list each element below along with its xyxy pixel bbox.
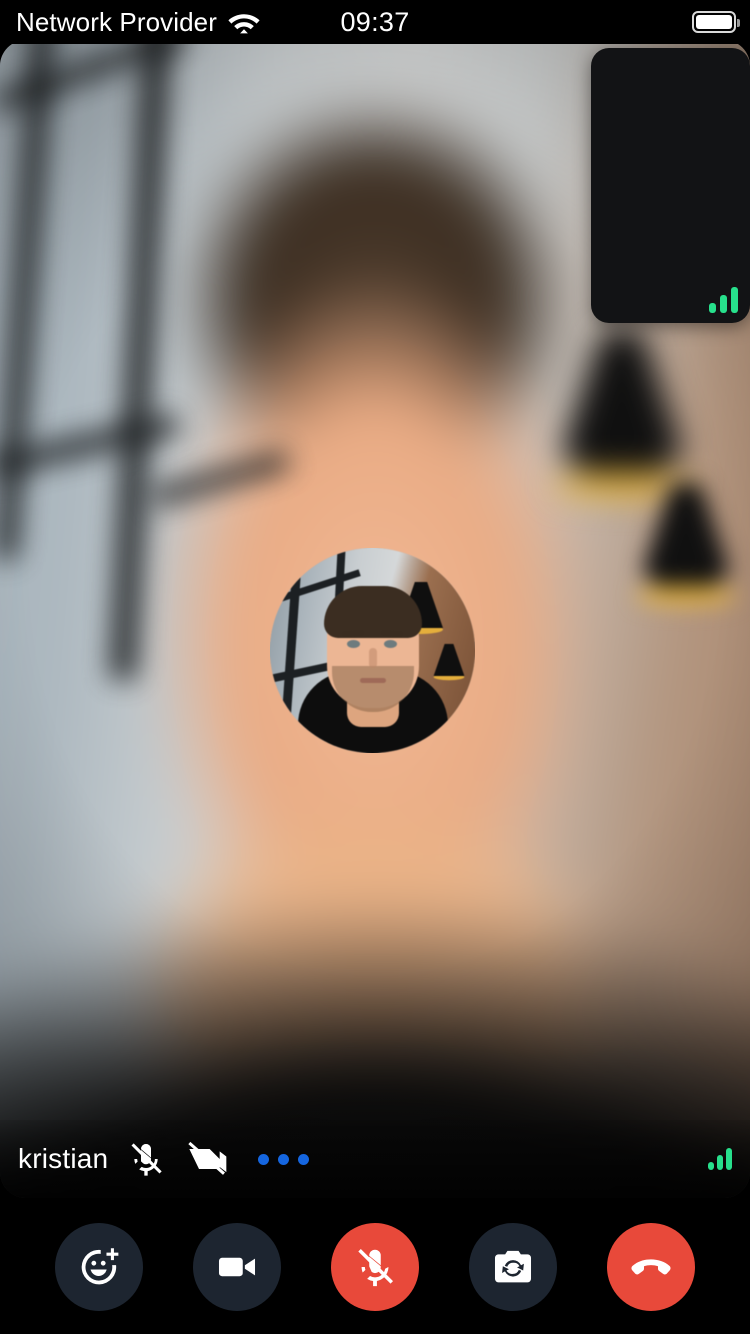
mic-toggle-button[interactable] [331, 1223, 419, 1311]
battery-full-icon [692, 11, 740, 33]
phone-hangup-icon [627, 1243, 675, 1291]
mic-off-icon [126, 1139, 166, 1179]
video-off-icon [184, 1139, 228, 1179]
mic-off-icon [352, 1244, 398, 1290]
camera-flip-icon [490, 1244, 536, 1290]
end-call-button[interactable] [607, 1223, 695, 1311]
video-camera-icon [214, 1244, 260, 1290]
more-horizontal-icon[interactable] [258, 1153, 310, 1165]
call-control-bar [0, 1200, 750, 1334]
remote-video-stage[interactable]: kristian [0, 40, 750, 1198]
avatar [270, 548, 475, 753]
self-view-pip[interactable] [591, 48, 750, 323]
switch-camera-button[interactable] [469, 1223, 557, 1311]
participant-name-label: kristian [18, 1143, 109, 1174]
status-bar: Network Provider 09:37 [0, 0, 750, 44]
reaction-button[interactable] [55, 1223, 143, 1311]
participant-info-bar: kristian [0, 1120, 750, 1198]
status-bar-right [692, 11, 740, 33]
signal-bars-icon [709, 287, 738, 313]
smiley-plus-icon [76, 1244, 122, 1290]
video-toggle-button[interactable] [193, 1223, 281, 1311]
signal-bars-icon [708, 1148, 750, 1170]
clock-label: 09:37 [340, 6, 410, 37]
